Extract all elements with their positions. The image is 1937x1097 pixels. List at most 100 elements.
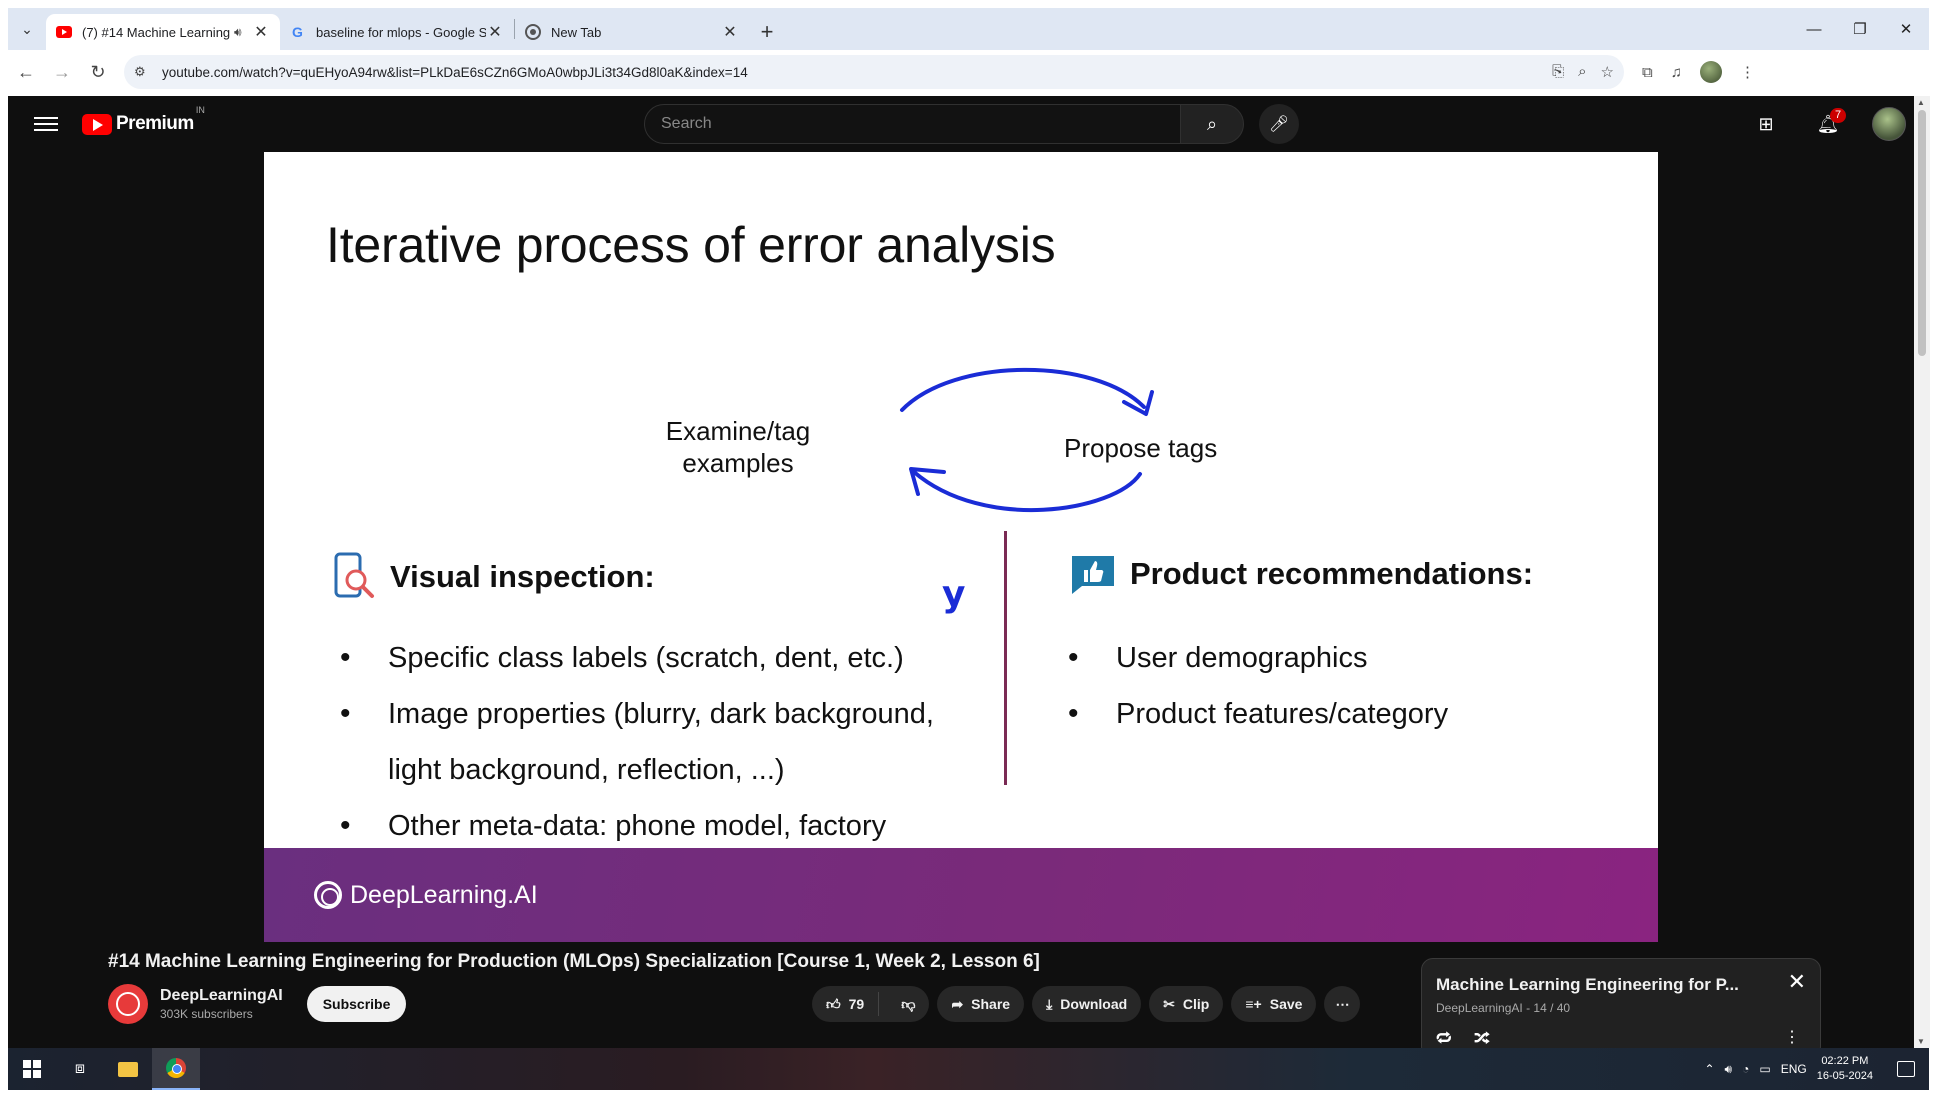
playlist-add-icon: ≡+ [1245, 996, 1262, 1012]
youtube-logo[interactable]: Premium IN [82, 105, 205, 135]
right-bullets: User demographics Product features/categ… [1068, 630, 1628, 742]
right-section-heading: Product recommendations: [1068, 552, 1533, 596]
wifi-icon[interactable]: ◔ [1742, 1062, 1749, 1076]
menu-kebab-icon[interactable]: ⋮ [1740, 63, 1755, 81]
list-item: Other meta-data: phone model, factory [340, 798, 1000, 854]
close-window-icon[interactable]: ✕ [1883, 8, 1929, 50]
tab-title: baseline for mlops - Google Se [316, 24, 486, 40]
tab-new-tab[interactable]: New Tab ✕ [515, 14, 749, 50]
volume-icon[interactable]: 🔊︎ [1725, 1062, 1733, 1077]
channel-avatar[interactable] [108, 984, 148, 1024]
search-box[interactable] [644, 104, 1224, 144]
youtube-play-icon [82, 113, 112, 135]
video-title: #14 Machine Learning Engineering for Pro… [108, 951, 1040, 972]
deeplearning-logo: DeepLearning.AI [314, 881, 538, 910]
tab-google[interactable]: G baseline for mlops - Google Se ✕ [280, 14, 514, 50]
thumbs-up-icon [1072, 556, 1114, 594]
left-section-heading: Visual inspection: [332, 552, 655, 602]
loop-icon[interactable]: 🔁︎ [1436, 1027, 1452, 1048]
download-button[interactable]: ⤓ Download [1032, 986, 1142, 1022]
shuffle-icon[interactable]: 🔀︎ [1474, 1027, 1490, 1048]
task-view-icon[interactable]: ⧈ [56, 1048, 104, 1090]
clock[interactable]: 02:22 PM 16-05-2024 [1817, 1054, 1873, 1084]
clock-date: 16-05-2024 [1816, 1070, 1873, 1082]
system-tray: ⌃ 🔊︎ ◔ ▭ ENG 02:22 PM 16-05-2024 [1704, 1054, 1929, 1084]
microphone-icon[interactable]: 🎤︎ [1259, 104, 1299, 144]
youtube-header: Premium IN ⌕ 🎤︎ ⊞ 🔔︎7 [8, 96, 1914, 152]
minimize-icon[interactable]: — [1791, 8, 1837, 50]
toolbar-right: ⧉ ♫ ⋮ [1642, 61, 1755, 83]
scroll-up-icon[interactable]: ▲ [1917, 98, 1925, 107]
chrome-taskbar-icon[interactable] [152, 1048, 200, 1090]
close-tab-icon[interactable]: ✕ [721, 22, 739, 42]
restore-icon[interactable]: ❐ [1837, 8, 1883, 50]
create-video-icon[interactable]: ⊞ [1748, 106, 1784, 142]
list-item: User demographics [1068, 630, 1628, 686]
download-icon: ⤓ [1046, 995, 1053, 1012]
tab-title: New Tab [551, 24, 602, 40]
like-button[interactable]: 👍︎ 79 [812, 992, 880, 1016]
video-player[interactable]: Iterative process of error analysis Exam… [264, 152, 1658, 942]
playlist-menu-icon[interactable]: ⋮ [1784, 1027, 1800, 1047]
channel-meta: DeepLearningAI 303K subscribers [160, 987, 283, 1021]
hamburger-menu-icon[interactable] [34, 117, 58, 131]
toolbar: ← → ↻ ⚙ youtube.com/watch?v=quEHyoA94rw&… [8, 50, 1929, 94]
save-button[interactable]: ≡+ Save [1231, 986, 1317, 1022]
url-text[interactable]: youtube.com/watch?v=quEHyoA94rw&list=PLk… [162, 65, 748, 80]
share-arrow-icon: ➦ [951, 995, 964, 1012]
scroll-down-icon[interactable]: ▼ [1917, 1037, 1925, 1046]
dislike-button[interactable]: 👎︎ [887, 996, 929, 1013]
new-tab-plus-icon[interactable]: + [749, 14, 785, 50]
close-tab-icon[interactable]: ✕ [486, 22, 504, 42]
site-info-icon[interactable]: ⚙ [134, 64, 156, 80]
bookmark-star-icon[interactable]: ☆ [1601, 63, 1614, 81]
channel-row: DeepLearningAI 303K subscribers Subscrib… [108, 984, 407, 1024]
clip-button[interactable]: ✂ Clip [1149, 986, 1224, 1022]
account-avatar[interactable] [1872, 107, 1906, 141]
notification-badge: 7 [1830, 108, 1847, 123]
page-scrollbar[interactable]: ▲ ▼ [1914, 96, 1930, 1048]
tray-chevron-up-icon[interactable]: ⌃ [1704, 1062, 1714, 1076]
extensions-icon[interactable]: ⧉ [1642, 64, 1653, 81]
reload-icon[interactable]: ↻ [80, 54, 116, 90]
install-app-icon[interactable]: ⎘ [1552, 63, 1564, 81]
battery-icon[interactable]: ▭ [1759, 1062, 1770, 1076]
close-playlist-icon[interactable]: ✕ [1788, 969, 1806, 995]
clock-time: 02:22 PM [1821, 1055, 1869, 1067]
header-actions: ⊞ 🔔︎ 7 [1748, 106, 1906, 142]
forward-arrow-icon[interactable]: → [44, 54, 80, 90]
slide-footer: DeepLearning.AI [264, 848, 1658, 942]
zoom-icon[interactable]: ⌕ [1578, 63, 1586, 81]
thumbs-up-icon: 👍︎ [826, 995, 841, 1012]
phone-magnifier-icon [334, 552, 374, 598]
address-bar-actions: ⎘ ⌕ ☆ [1552, 63, 1614, 81]
start-windows-icon[interactable] [8, 1048, 56, 1090]
svg-text:G: G [292, 24, 303, 40]
vertical-divider [1004, 531, 1007, 785]
deeplearning-spiral-icon [314, 881, 342, 909]
address-bar[interactable]: ⚙ youtube.com/watch?v=quEHyoA94rw&list=P… [124, 55, 1624, 89]
like-dislike-group: 👍︎ 79 👎︎ [812, 986, 930, 1022]
more-actions-icon[interactable]: ⋯ [1324, 986, 1361, 1022]
notification-center-icon[interactable] [1897, 1061, 1915, 1077]
speaker-icon[interactable]: 🔊︎ [234, 25, 252, 40]
profile-avatar[interactable] [1699, 61, 1722, 83]
channel-name[interactable]: DeepLearningAI [160, 987, 283, 1005]
tab-youtube[interactable]: (7) #14 Machine Learning E 🔊︎ ✕ [46, 14, 280, 50]
language-indicator[interactable]: ENG [1781, 1062, 1807, 1076]
file-explorer-icon[interactable] [104, 1048, 152, 1090]
close-tab-icon[interactable]: ✕ [252, 22, 270, 42]
share-button[interactable]: ➦ Share [937, 986, 1025, 1022]
media-control-icon[interactable]: ♫ [1671, 64, 1682, 81]
search-input[interactable] [661, 115, 1223, 133]
subscribe-button[interactable]: Subscribe [306, 986, 407, 1022]
tab-search-chevron-icon[interactable]: ⌄ [8, 8, 46, 50]
back-arrow-icon[interactable]: ← [8, 54, 44, 90]
windows-taskbar: ⧈ ⌃ 🔊︎ ◔ ▭ ENG 02:22 PM 16-05-2024 [8, 1048, 1929, 1090]
playlist-controls: 🔁︎ 🔀︎ [1436, 1027, 1490, 1048]
scrollbar-thumb[interactable] [1918, 110, 1926, 356]
video-actions: 👍︎ 79 👎︎ ➦ Share ⤓ Download ✂ Clip ≡+ Save ⋯ [812, 986, 1361, 1022]
notifications-bell-icon[interactable]: 🔔︎ 7 [1810, 106, 1847, 142]
playlist-title[interactable]: Machine Learning Engineering for P... [1436, 975, 1739, 995]
search-icon[interactable]: ⌕ [1180, 104, 1244, 144]
